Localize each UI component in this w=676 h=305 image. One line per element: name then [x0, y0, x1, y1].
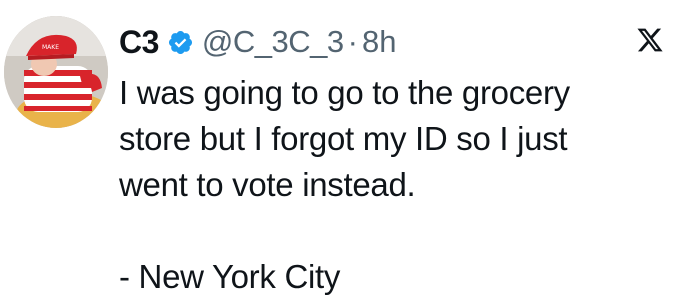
display-name[interactable]: C3 — [119, 24, 159, 61]
tweet-card[interactable]: MAKE C3 @C_3C_3 · 8h I was going to go t… — [0, 0, 676, 305]
avatar[interactable]: MAKE — [4, 16, 108, 128]
tweet-text-line: went to vote instead. — [119, 166, 416, 203]
tweet-text-line: I was going to go to the grocery — [119, 74, 570, 111]
separator-dot: · — [347, 24, 358, 59]
svg-text:MAKE: MAKE — [42, 44, 59, 51]
timestamp[interactable]: 8h — [362, 24, 396, 60]
verified-badge-icon — [167, 29, 194, 56]
tweet-text: I was going to go to the grocery store b… — [119, 70, 639, 300]
tweet-header: C3 @C_3C_3 · 8h — [119, 20, 396, 64]
tweet-signature: - New York City — [119, 258, 341, 295]
user-handle[interactable]: @C_3C_3 — [202, 24, 344, 60]
x-logo-icon — [636, 26, 664, 54]
tweet-text-line: store but I forgot my ID so I just — [119, 120, 568, 157]
